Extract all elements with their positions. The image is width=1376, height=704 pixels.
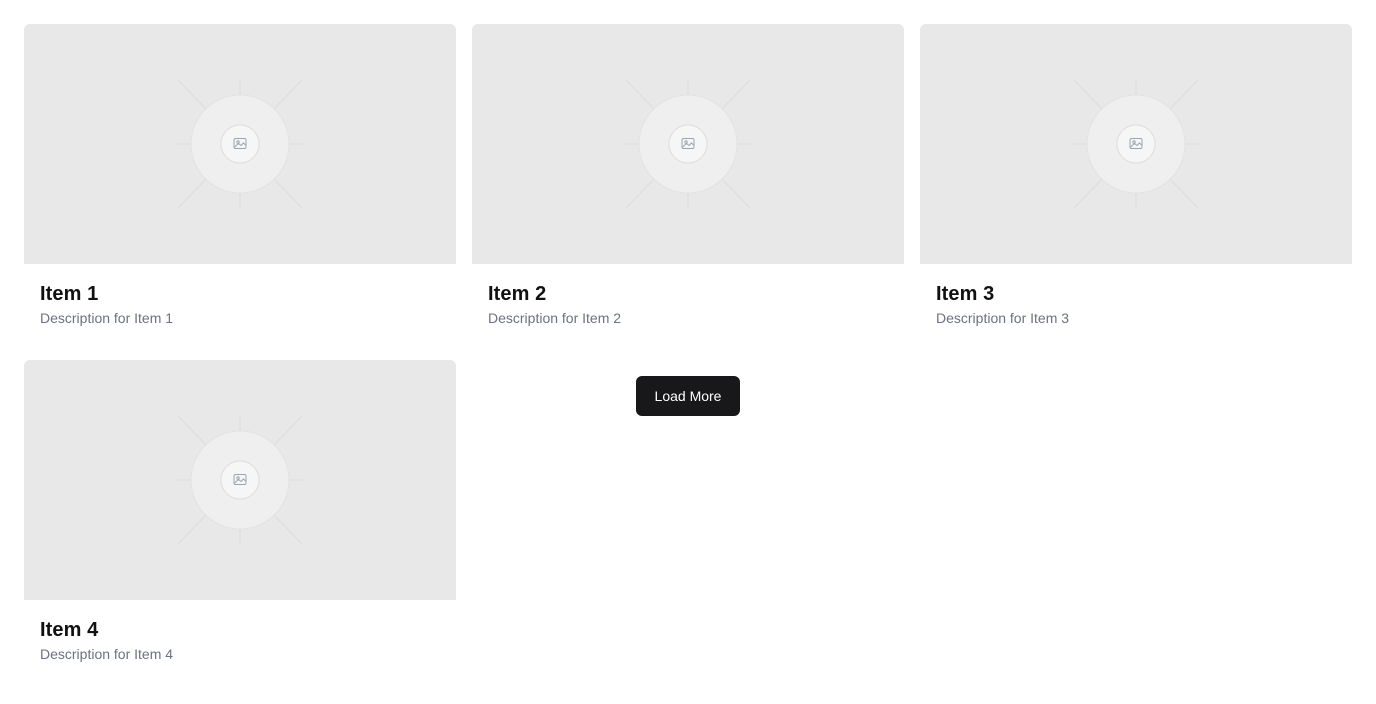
- load-more-button[interactable]: Load More: [636, 376, 740, 416]
- item-card[interactable]: Item 3 Description for Item 3: [920, 24, 1352, 328]
- item-description: Description for Item 4: [40, 646, 174, 662]
- item-grid: Item 1 Description for Item 1 Item 2 Des…: [24, 24, 1352, 664]
- item-image-placeholder: [24, 360, 456, 600]
- page: Item 1 Description for Item 1 Item 2 Des…: [0, 0, 1376, 704]
- item-description: Description for Item 2: [488, 310, 622, 326]
- load-more-container: Load More: [472, 360, 904, 664]
- item-card-body: Item 4 Description for Item 4: [24, 600, 456, 664]
- item-card-body: Item 3 Description for Item 3: [920, 264, 1352, 328]
- item-card[interactable]: Item 4 Description for Item 4: [24, 360, 456, 664]
- item-description: Description for Item 1: [40, 310, 174, 326]
- item-title: Item 1: [40, 283, 99, 305]
- image-placeholder-icon: [176, 415, 304, 545]
- item-title: Item 3: [936, 283, 995, 305]
- image-placeholder-icon: [176, 79, 304, 209]
- image-placeholder-icon: [1072, 79, 1200, 209]
- item-card-body: Item 2 Description for Item 2: [472, 264, 904, 328]
- item-description: Description for Item 3: [936, 310, 1070, 326]
- item-image-placeholder: [920, 24, 1352, 264]
- image-placeholder-icon: [624, 79, 752, 209]
- item-image-placeholder: [472, 24, 904, 264]
- item-card[interactable]: Item 1 Description for Item 1: [24, 24, 456, 328]
- item-image-placeholder: [24, 24, 456, 264]
- item-title: Item 2: [488, 283, 547, 305]
- item-card[interactable]: Item 2 Description for Item 2: [472, 24, 904, 328]
- item-card-body: Item 1 Description for Item 1: [24, 264, 456, 328]
- item-title: Item 4: [40, 619, 99, 641]
